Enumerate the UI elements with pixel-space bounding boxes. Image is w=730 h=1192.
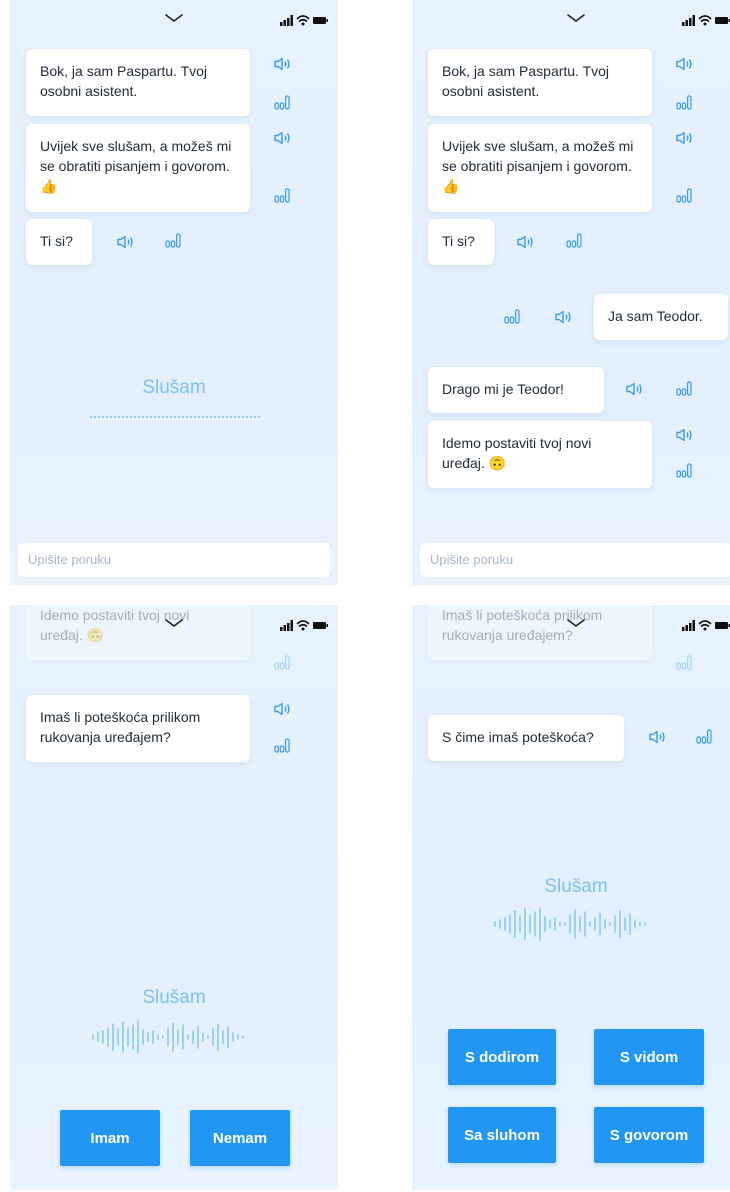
- signal-icon: [280, 620, 293, 631]
- hearing-option-button[interactable]: Sa sluhom: [448, 1107, 556, 1163]
- signal-icon: [280, 15, 293, 26]
- speaker-icon[interactable]: [625, 382, 643, 396]
- listening-label: Slušam: [142, 377, 206, 398]
- assistant-message: Bok, ja sam Paspartu. Tvoj osobni asiste…: [428, 49, 652, 116]
- screen-1: Bok, ja sam Paspartu. Tvoj osobni asiste…: [10, 0, 338, 585]
- answer-no-button[interactable]: Nemam: [190, 1110, 290, 1166]
- speaker-icon[interactable]: [648, 730, 666, 744]
- touch-option-button[interactable]: S dodirom: [448, 1029, 556, 1085]
- waveform-icon: [92, 1020, 244, 1054]
- assistant-message: Imaš li poteškoća prilikom rukovanja ure…: [26, 695, 250, 762]
- equalizer-icon[interactable]: [676, 463, 692, 478]
- assistant-message: Ti si?: [26, 219, 92, 265]
- smile-emoji: 🙃: [488, 455, 507, 471]
- listening-label: Slušam: [142, 987, 206, 1008]
- assistant-message: Uvijek sve slušam, a možeš mi se obratit…: [428, 124, 652, 212]
- screen-3: Idemo postaviti tvoj novi uređaj. 🙃 Imaš…: [10, 605, 338, 1190]
- listening-indicator: [90, 416, 260, 418]
- assistant-message: Uvijek sve slušam, a možeš mi se obratit…: [26, 124, 250, 212]
- equalizer-icon[interactable]: [696, 729, 712, 744]
- speaker-icon[interactable]: [273, 702, 291, 716]
- assistant-message: Imaš li poteškoća prilikom rukovanja ure…: [428, 605, 652, 660]
- message-text: Ti si?: [40, 233, 73, 249]
- equalizer-icon[interactable]: [676, 381, 692, 396]
- speaker-icon[interactable]: [675, 57, 693, 71]
- speaker-icon[interactable]: [675, 131, 693, 145]
- message-text: Uvijek sve slušam, a možeš mi se obratit…: [442, 138, 634, 174]
- equalizer-icon[interactable]: [274, 655, 290, 670]
- screen-2: Bok, ja sam Paspartu. Tvoj osobni asiste…: [412, 0, 730, 585]
- waveform-icon: [494, 907, 646, 941]
- equalizer-icon[interactable]: [566, 233, 582, 248]
- chevron-down-icon[interactable]: [566, 617, 586, 629]
- wifi-icon: [698, 620, 712, 631]
- message-text: Bok, ja sam Paspartu. Tvoj osobni asiste…: [442, 63, 610, 99]
- equalizer-icon[interactable]: [676, 655, 692, 670]
- wifi-icon: [698, 15, 712, 26]
- assistant-message: Idemo postaviti tvoj novi uređaj. 🙃: [26, 605, 250, 660]
- screen-4: Imaš li poteškoća prilikom rukovanja ure…: [412, 605, 730, 1190]
- assistant-message: Ti si?: [428, 219, 494, 265]
- thumbs-up-emoji: 👍: [442, 178, 460, 194]
- equalizer-icon[interactable]: [165, 233, 181, 248]
- message-text: Imaš li poteškoća prilikom rukovanja ure…: [40, 709, 201, 745]
- chevron-down-icon[interactable]: [566, 12, 586, 24]
- sight-option-button[interactable]: S vidom: [594, 1029, 704, 1085]
- chevron-down-icon[interactable]: [164, 12, 184, 24]
- answer-yes-button[interactable]: Imam: [60, 1110, 160, 1166]
- message-text: Ja sam Teodor.: [608, 308, 703, 324]
- equalizer-icon[interactable]: [274, 738, 290, 753]
- thumbs-up-emoji: 👍: [40, 178, 58, 194]
- message-text: Idemo postaviti tvoj novi uređaj.: [442, 435, 592, 471]
- signal-icon: [682, 15, 695, 26]
- equalizer-icon[interactable]: [274, 95, 290, 110]
- status-icons: [682, 620, 730, 631]
- equalizer-icon[interactable]: [504, 309, 520, 324]
- speaker-icon[interactable]: [273, 131, 291, 145]
- message-input[interactable]: Upišite poruku: [18, 543, 330, 577]
- assistant-message: Idemo postaviti tvoj novi uređaj. 🙃: [428, 421, 652, 488]
- speaker-icon[interactable]: [116, 235, 134, 249]
- battery-icon: [715, 622, 730, 629]
- input-placeholder: Upišite poruku: [28, 552, 112, 567]
- status-icons: [682, 15, 730, 26]
- message-input[interactable]: Upišite poruku: [420, 543, 730, 577]
- battery-icon: [715, 17, 730, 24]
- wifi-icon: [296, 15, 310, 26]
- status-icons: [280, 620, 328, 631]
- equalizer-icon[interactable]: [676, 188, 692, 203]
- message-text: Drago mi je Teodor!: [442, 381, 564, 397]
- message-text: Bok, ja sam Paspartu. Tvoj osobni asiste…: [40, 63, 208, 99]
- speaker-icon[interactable]: [516, 235, 534, 249]
- chevron-down-icon[interactable]: [164, 617, 184, 629]
- message-text: Ti si?: [442, 233, 475, 249]
- message-text: Uvijek sve slušam, a možeš mi se obratit…: [40, 138, 232, 174]
- equalizer-icon[interactable]: [274, 188, 290, 203]
- input-placeholder: Upišite poruku: [430, 552, 514, 567]
- speaker-icon[interactable]: [675, 428, 693, 442]
- message-text: S čime imaš poteškoća?: [442, 729, 594, 745]
- battery-icon: [313, 622, 328, 629]
- user-message: Ja sam Teodor.: [594, 294, 728, 340]
- assistant-message: Bok, ja sam Paspartu. Tvoj osobni asiste…: [26, 49, 250, 116]
- battery-icon: [313, 17, 328, 24]
- speaker-icon[interactable]: [273, 57, 291, 71]
- equalizer-icon[interactable]: [676, 95, 692, 110]
- signal-icon: [682, 620, 695, 631]
- speech-option-button[interactable]: S govorom: [594, 1107, 704, 1163]
- listening-label: Slušam: [544, 876, 608, 897]
- wifi-icon: [296, 620, 310, 631]
- speaker-icon[interactable]: [554, 310, 572, 324]
- assistant-message: Drago mi je Teodor!: [428, 367, 604, 413]
- status-icons: [280, 15, 328, 26]
- smile-emoji: 🙃: [86, 627, 105, 643]
- assistant-message: S čime imaš poteškoća?: [428, 715, 624, 761]
